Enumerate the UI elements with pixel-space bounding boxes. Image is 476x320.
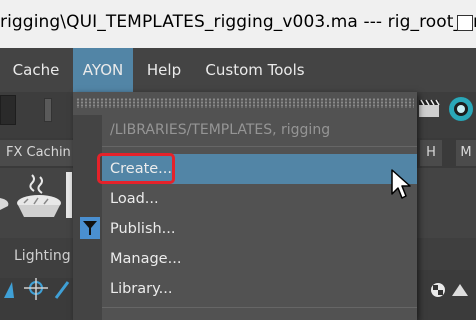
menu-ayon[interactable]: AYON <box>73 48 133 92</box>
menu-cache[interactable]: Cache <box>4 48 68 92</box>
funnel-icon <box>80 217 100 239</box>
annotation-highlight-box <box>97 153 175 184</box>
menu-separator <box>102 146 417 147</box>
menu-help[interactable]: Help <box>140 48 188 92</box>
context-header: /LIBRARIES/TEMPLATES, rigging <box>110 122 331 138</box>
input-field[interactable] <box>0 95 16 125</box>
viewport-icons[interactable] <box>416 270 476 300</box>
lighting-label[interactable]: Lighting <box>14 248 71 264</box>
menu-custom-tools[interactable]: Custom Tools <box>200 48 310 92</box>
menu-item-publish[interactable]: Publish... <box>102 214 417 244</box>
pie-icon-partial[interactable] <box>0 186 12 216</box>
tear-off-handle[interactable] <box>76 98 414 108</box>
menu-item-load[interactable]: Load... <box>102 184 417 214</box>
menu-item-library[interactable]: Library... <box>102 274 417 304</box>
tab-fx-caching[interactable]: FX Cachin <box>0 140 82 166</box>
maximize-icon[interactable] <box>457 15 473 31</box>
tab-m[interactable]: M <box>456 140 476 166</box>
menu-separator <box>102 307 417 308</box>
window-title: rigging\QUI_TEMPLATES_rigging_v003.ma --… <box>0 12 476 32</box>
pie-icon[interactable] <box>14 173 64 219</box>
shelf-item[interactable] <box>66 172 72 218</box>
clapperboard-icon[interactable] <box>418 98 440 118</box>
menu-item-manage[interactable]: Manage... <box>102 244 417 274</box>
tab-h[interactable]: H <box>420 140 442 166</box>
mouse-cursor-icon <box>391 169 411 199</box>
render-view-icon-center <box>457 105 465 113</box>
tool-icons[interactable] <box>2 278 72 302</box>
toolbar-grip[interactable] <box>44 98 52 122</box>
